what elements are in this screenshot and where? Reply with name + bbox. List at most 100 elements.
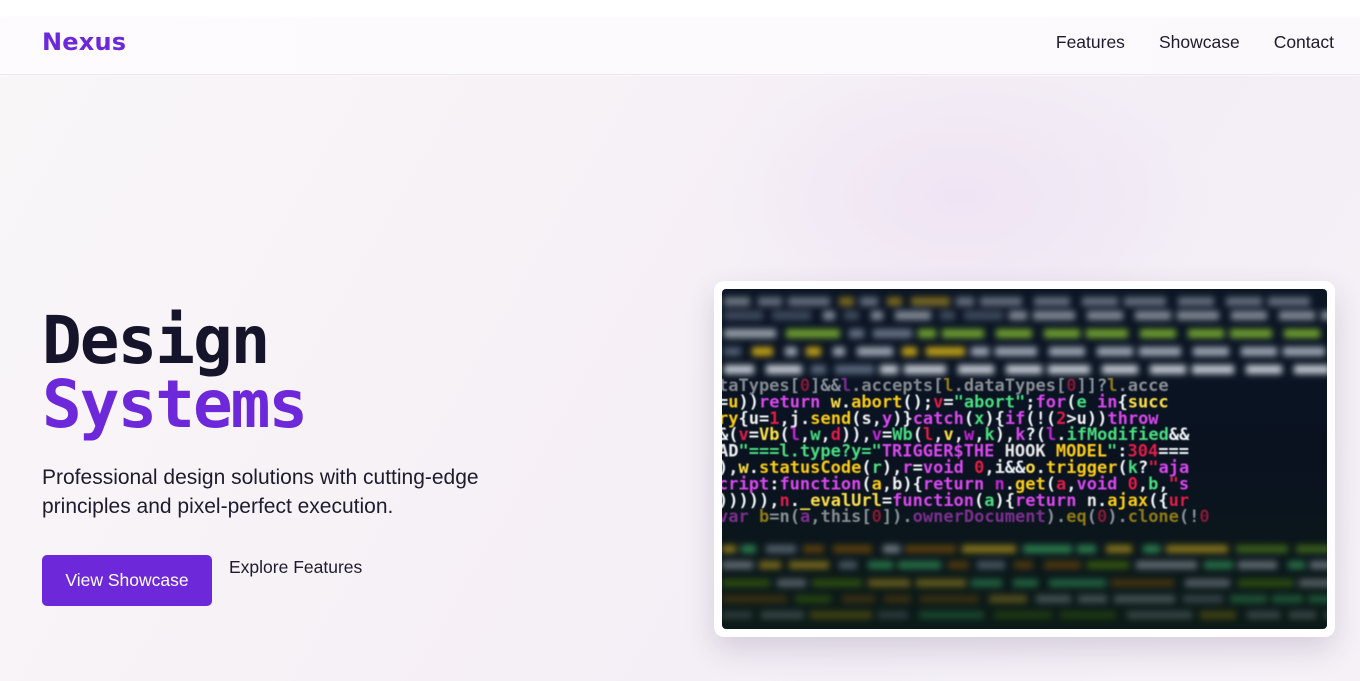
blurred-code-block [1230, 329, 1272, 338]
blurred-code-block [786, 329, 840, 338]
blurred-code-block [724, 329, 776, 338]
blurred-code-block [1289, 611, 1316, 619]
blurred-code-block [1288, 561, 1305, 569]
hero-title-line2: Systems [42, 366, 308, 443]
blurred-code-block [883, 545, 900, 553]
blurred-code-block [789, 561, 829, 569]
blurred-code-block [1111, 579, 1174, 587]
blurred-code-block [873, 329, 912, 338]
blurred-code-block [772, 311, 811, 320]
hero-title-line1: Design [42, 302, 270, 379]
blurred-code-block [884, 595, 911, 603]
blurred-code-block [1310, 561, 1327, 569]
blurred-code-block [1247, 611, 1280, 619]
blurred-code-block [1283, 347, 1325, 356]
blurred-code-block [1150, 365, 1186, 374]
blurred-code-block [1192, 365, 1234, 374]
blurred-code-block [902, 347, 917, 356]
hero-section: Design Systems Professional design solut… [0, 76, 1360, 681]
blurred-code-block [942, 329, 984, 338]
blurred-code-block [905, 545, 956, 553]
blurred-code-block [777, 579, 806, 587]
nav-link-features[interactable]: Features [1056, 32, 1125, 53]
blurred-code-block [839, 297, 854, 306]
nav-link-showcase[interactable]: Showcase [1159, 32, 1240, 53]
blurred-code-block [948, 561, 969, 569]
blurred-code-block [1226, 297, 1262, 306]
blurred-code-block [1082, 297, 1118, 306]
blurred-code-block [811, 365, 826, 374]
blurred-code-block [833, 545, 872, 553]
blurred-code-block [1183, 595, 1223, 603]
blurred-code-block [980, 297, 1022, 306]
blurred-code-block [1236, 545, 1288, 553]
view-showcase-button[interactable]: View Showcase [42, 555, 212, 606]
blurred-code-block [1321, 311, 1327, 320]
blurred-code-block [1200, 611, 1236, 619]
blurred-code-block [1178, 297, 1214, 306]
blurred-code-block [1078, 595, 1107, 603]
blurred-code-block [1102, 365, 1138, 374]
blurred-code-block [1166, 545, 1228, 553]
blurred-code-block [958, 365, 994, 374]
blurred-code-block [971, 347, 989, 356]
blurred-code-block [1246, 365, 1282, 374]
blurred-code-block [1044, 329, 1080, 338]
blurred-code-block [1284, 329, 1320, 338]
blurred-code-block [1238, 561, 1277, 569]
blurred-code-block [1060, 611, 1116, 619]
blurred-code-block [880, 365, 898, 374]
blurred-code-block [1013, 579, 1038, 587]
blurred-code-block [868, 579, 910, 587]
blurred-code-block [1044, 561, 1081, 569]
blurred-code-block [835, 365, 874, 374]
blurred-code-block [1299, 579, 1327, 587]
blurred-code-block [795, 595, 831, 603]
blurred-code-block [1106, 545, 1132, 553]
blurred-code-block [878, 611, 908, 619]
blurred-code-block [1296, 545, 1327, 553]
blurred-code-block [724, 297, 750, 306]
blurred-code-block [724, 311, 763, 320]
blurred-code-block [919, 611, 984, 619]
blurred-code-block [926, 347, 965, 356]
blurred-code-block [911, 297, 950, 306]
blurred-code-block [1135, 311, 1171, 320]
blurred-code-block [1127, 611, 1192, 619]
blurred-code-bottom [722, 545, 1327, 619]
blurred-code-block [812, 579, 862, 587]
blurred-code-block [868, 561, 893, 569]
blurred-code-block [1268, 297, 1310, 306]
blurred-code-block [1279, 311, 1315, 320]
blurred-code-top [724, 297, 1327, 374]
blurred-code-block [752, 347, 773, 356]
blurred-code-block [722, 545, 736, 553]
main-nav: Features Showcase Contact [1056, 32, 1334, 53]
blurred-code-block [1231, 311, 1267, 320]
blurred-code-block [1230, 595, 1267, 603]
blurred-code-block [1097, 347, 1133, 356]
blurred-code-block [724, 347, 741, 356]
blurred-code-block [1325, 611, 1327, 619]
blurred-code-block [766, 365, 802, 374]
blurred-code-block [898, 561, 941, 569]
blurred-code-block [1140, 329, 1176, 338]
nav-link-contact[interactable]: Contact [1274, 32, 1334, 53]
blurred-code-block [724, 365, 754, 374]
blurred-code-block [1086, 329, 1128, 338]
showcase-image-card: taTypes[0]&&l.accepts[l.dataTypes[0]]?l.… [714, 281, 1335, 637]
blurred-code-block [1006, 365, 1042, 374]
explore-features-link[interactable]: Explore Features [229, 557, 362, 578]
logo[interactable]: Nexus [42, 28, 126, 56]
blurred-code-block [962, 545, 1016, 553]
blurred-code-block [1272, 595, 1303, 603]
blurred-code-block [1036, 595, 1071, 603]
blurred-code-block [1139, 347, 1181, 356]
hero-subtitle: Professional design solutions with cutti… [42, 466, 479, 518]
blurred-code-block [918, 329, 936, 338]
blurred-code-block [788, 297, 830, 306]
blurred-code-block [1185, 579, 1230, 587]
blurred-code-block [1077, 545, 1096, 553]
blurred-code-block [995, 347, 1037, 356]
code-line: var b=n(a,this[0]).ownerDocument).eq(0).… [722, 507, 1210, 527]
